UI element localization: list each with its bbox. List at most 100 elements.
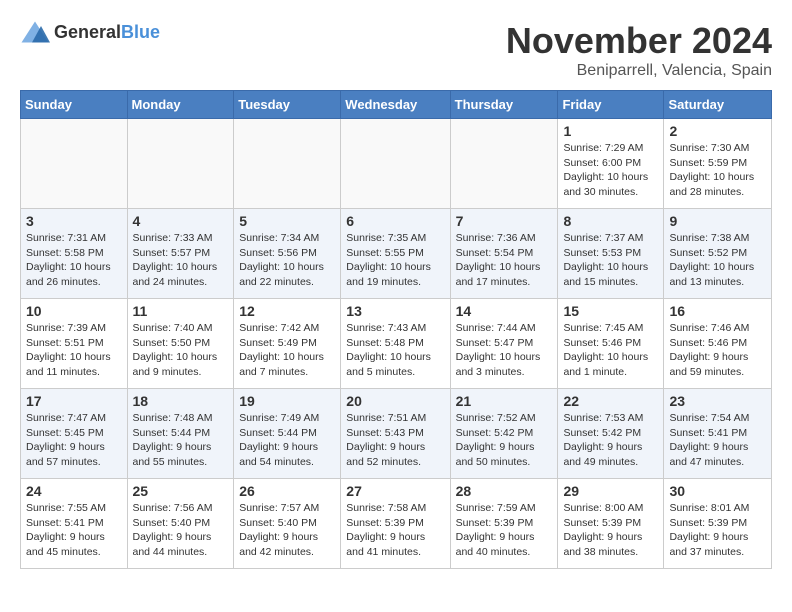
day-number: 26 <box>239 483 335 499</box>
day-number: 19 <box>239 393 335 409</box>
week-row-2: 3 Sunrise: 7:31 AM Sunset: 5:58 PM Daylig… <box>21 209 772 299</box>
calendar-cell: 18Sunrise: 7:48 AM Sunset: 5:44 PM Dayli… <box>127 389 234 479</box>
calendar-cell: 19 Sunrise: 7:49 AM Sunset: 5:44 PM Dayli… <box>234 389 341 479</box>
day-info: Sunrise: 7:36 AM Sunset: 5:54 PM Dayligh… <box>456 231 553 290</box>
day-number: 15 <box>563 303 658 319</box>
calendar-cell: 15 Sunrise: 7:45 AM Sunset: 5:46 PM Dayli… <box>558 299 664 389</box>
calendar-cell: 26Sunrise: 7:57 AM Sunset: 5:40 PM Dayli… <box>234 479 341 569</box>
day-info: Sunrise: 7:59 AM Sunset: 5:39 PM Dayligh… <box>456 501 553 560</box>
logo: GeneralBlue <box>20 20 160 44</box>
day-number: 10 <box>26 303 122 319</box>
day-info: Sunrise: 7:47 AM Sunset: 5:45 PM Dayligh… <box>26 411 122 470</box>
calendar-cell: 11 Sunrise: 7:40 AM Sunset: 5:50 PM Dayli… <box>127 299 234 389</box>
day-number: 23 <box>669 393 766 409</box>
day-info: Sunrise: 7:54 AM Sunset: 5:41 PM Dayligh… <box>669 411 766 470</box>
title-area: November 2024 Beniparrell, Valencia, Spa… <box>506 20 772 80</box>
logo-blue: Blue <box>121 22 160 42</box>
day-info: Sunrise: 7:33 AM Sunset: 5:57 PM Dayligh… <box>133 231 229 290</box>
day-number: 29 <box>563 483 658 499</box>
calendar-cell: 7Sunrise: 7:36 AM Sunset: 5:54 PM Daylig… <box>450 209 558 299</box>
day-info: Sunrise: 7:39 AM Sunset: 5:51 PM Dayligh… <box>26 321 122 380</box>
calendar-cell: 12 Sunrise: 7:42 AM Sunset: 5:49 PM Dayli… <box>234 299 341 389</box>
day-number: 27 <box>346 483 444 499</box>
day-number: 21 <box>456 393 553 409</box>
day-number: 25 <box>133 483 229 499</box>
calendar-cell: 28 Sunrise: 7:59 AM Sunset: 5:39 PM Dayli… <box>450 479 558 569</box>
calendar-cell: 22 Sunrise: 7:53 AM Sunset: 5:42 PM Dayli… <box>558 389 664 479</box>
day-info: Sunrise: 7:38 AM Sunset: 5:52 PM Dayligh… <box>669 231 766 290</box>
calendar-cell: 5 Sunrise: 7:34 AM Sunset: 5:56 PM Daylig… <box>234 209 341 299</box>
location-title: Beniparrell, Valencia, Spain <box>506 62 772 80</box>
day-number: 13 <box>346 303 444 319</box>
weekday-header-tuesday: Tuesday <box>234 91 341 119</box>
day-info: Sunrise: 7:37 AM Sunset: 5:53 PM Dayligh… <box>563 231 658 290</box>
day-number: 30 <box>669 483 766 499</box>
weekday-header-friday: Friday <box>558 91 664 119</box>
calendar-cell: 14 Sunrise: 7:44 AM Sunset: 5:47 PM Dayli… <box>450 299 558 389</box>
day-number: 28 <box>456 483 553 499</box>
calendar-cell <box>341 119 450 209</box>
calendar-cell: 8 Sunrise: 7:37 AM Sunset: 5:53 PM Daylig… <box>558 209 664 299</box>
weekday-header-monday: Monday <box>127 91 234 119</box>
day-info: Sunrise: 7:31 AM Sunset: 5:58 PM Dayligh… <box>26 231 122 290</box>
day-info: Sunrise: 7:55 AM Sunset: 5:41 PM Dayligh… <box>26 501 122 560</box>
day-info: Sunrise: 7:42 AM Sunset: 5:49 PM Dayligh… <box>239 321 335 380</box>
day-number: 14 <box>456 303 553 319</box>
logo-general: General <box>54 22 121 42</box>
calendar-cell: 17Sunrise: 7:47 AM Sunset: 5:45 PM Dayli… <box>21 389 128 479</box>
week-row-3: 10 Sunrise: 7:39 AM Sunset: 5:51 PM Dayli… <box>21 299 772 389</box>
weekday-header-sunday: Sunday <box>21 91 128 119</box>
day-info: Sunrise: 7:51 AM Sunset: 5:43 PM Dayligh… <box>346 411 444 470</box>
day-number: 22 <box>563 393 658 409</box>
day-info: Sunrise: 7:45 AM Sunset: 5:46 PM Dayligh… <box>563 321 658 380</box>
day-number: 24 <box>26 483 122 499</box>
day-number: 5 <box>239 213 335 229</box>
calendar-cell: 24 Sunrise: 7:55 AM Sunset: 5:41 PM Dayli… <box>21 479 128 569</box>
calendar-cell: 4 Sunrise: 7:33 AM Sunset: 5:57 PM Daylig… <box>127 209 234 299</box>
day-info: Sunrise: 8:01 AM Sunset: 5:39 PM Dayligh… <box>669 501 766 560</box>
day-info: Sunrise: 7:46 AM Sunset: 5:46 PM Dayligh… <box>669 321 766 380</box>
day-info: Sunrise: 8:00 AM Sunset: 5:39 PM Dayligh… <box>563 501 658 560</box>
calendar-cell: 10 Sunrise: 7:39 AM Sunset: 5:51 PM Dayli… <box>21 299 128 389</box>
day-info: Sunrise: 7:49 AM Sunset: 5:44 PM Dayligh… <box>239 411 335 470</box>
day-number: 1 <box>563 123 658 139</box>
day-info: Sunrise: 7:44 AM Sunset: 5:47 PM Dayligh… <box>456 321 553 380</box>
calendar-cell: 27Sunrise: 7:58 AM Sunset: 5:39 PM Dayli… <box>341 479 450 569</box>
calendar-cell: 29 Sunrise: 8:00 AM Sunset: 5:39 PM Dayli… <box>558 479 664 569</box>
day-info: Sunrise: 7:52 AM Sunset: 5:42 PM Dayligh… <box>456 411 553 470</box>
weekday-header-wednesday: Wednesday <box>341 91 450 119</box>
day-number: 18 <box>133 393 229 409</box>
week-row-4: 17Sunrise: 7:47 AM Sunset: 5:45 PM Dayli… <box>21 389 772 479</box>
weekday-header-saturday: Saturday <box>664 91 772 119</box>
day-number: 4 <box>133 213 229 229</box>
calendar-cell: 30 Sunrise: 8:01 AM Sunset: 5:39 PM Dayli… <box>664 479 772 569</box>
day-number: 2 <box>669 123 766 139</box>
day-number: 16 <box>669 303 766 319</box>
month-title: November 2024 <box>506 20 772 62</box>
day-number: 8 <box>563 213 658 229</box>
day-info: Sunrise: 7:30 AM Sunset: 5:59 PM Dayligh… <box>669 141 766 200</box>
day-info: Sunrise: 7:34 AM Sunset: 5:56 PM Dayligh… <box>239 231 335 290</box>
calendar-cell: 16 Sunrise: 7:46 AM Sunset: 5:46 PM Dayli… <box>664 299 772 389</box>
calendar-cell <box>234 119 341 209</box>
calendar-cell: 20 Sunrise: 7:51 AM Sunset: 5:43 PM Dayli… <box>341 389 450 479</box>
week-row-1: 1Sunrise: 7:29 AM Sunset: 6:00 PM Daylig… <box>21 119 772 209</box>
calendar-cell: 21 Sunrise: 7:52 AM Sunset: 5:42 PM Dayli… <box>450 389 558 479</box>
calendar-cell <box>127 119 234 209</box>
calendar-cell: 13Sunrise: 7:43 AM Sunset: 5:48 PM Dayli… <box>341 299 450 389</box>
calendar-cell: 6Sunrise: 7:35 AM Sunset: 5:55 PM Daylig… <box>341 209 450 299</box>
day-number: 9 <box>669 213 766 229</box>
day-number: 3 <box>26 213 122 229</box>
day-info: Sunrise: 7:40 AM Sunset: 5:50 PM Dayligh… <box>133 321 229 380</box>
day-number: 20 <box>346 393 444 409</box>
day-info: Sunrise: 7:53 AM Sunset: 5:42 PM Dayligh… <box>563 411 658 470</box>
week-row-5: 24 Sunrise: 7:55 AM Sunset: 5:41 PM Dayli… <box>21 479 772 569</box>
calendar-cell: 3 Sunrise: 7:31 AM Sunset: 5:58 PM Daylig… <box>21 209 128 299</box>
day-number: 11 <box>133 303 229 319</box>
calendar-cell: 2 Sunrise: 7:30 AM Sunset: 5:59 PM Daylig… <box>664 119 772 209</box>
calendar-cell: 9 Sunrise: 7:38 AM Sunset: 5:52 PM Daylig… <box>664 209 772 299</box>
day-number: 12 <box>239 303 335 319</box>
day-number: 6 <box>346 213 444 229</box>
calendar-table: SundayMondayTuesdayWednesdayThursdayFrid… <box>20 90 772 569</box>
day-info: Sunrise: 7:56 AM Sunset: 5:40 PM Dayligh… <box>133 501 229 560</box>
